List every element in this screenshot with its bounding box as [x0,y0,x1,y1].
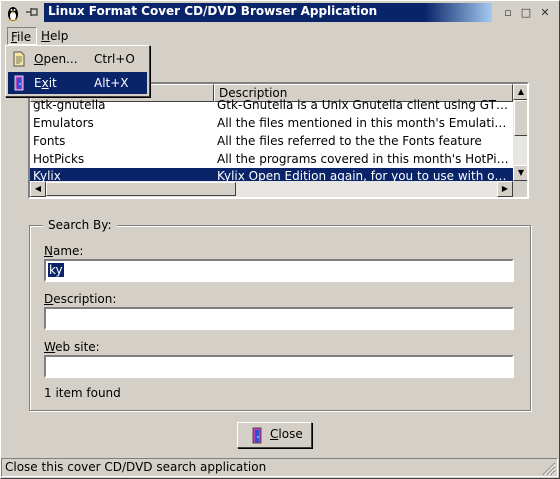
vertical-scrollbar[interactable]: ▲ ▼ [513,84,527,181]
window-title: Linux Format Cover CD/DVD Browser Applic… [48,4,378,18]
row-name: Emulators [33,116,94,130]
scroll-up-arrow-icon[interactable]: ▲ [513,84,527,100]
open-shortcut: Ctrl+O [94,52,135,66]
list-row[interactable]: gtk-gnutella Gtk-Gnutella is a Unix Gnut… [30,96,513,114]
list-row[interactable]: Fonts All the files referred to the the … [30,132,513,150]
exit-label-pre: E [34,76,42,90]
menu-file[interactable]: File [7,27,37,45]
scroll-right-arrow-icon[interactable]: ▶ [497,181,513,197]
menu-file-label: ile [17,30,32,44]
exit-shortcut: Alt+X [94,76,129,90]
name-label: Name: [44,244,83,258]
open-label: Open... [34,48,78,70]
file-menu-popup: Open... Ctrl+O Exit Alt+X [5,45,150,97]
name-label-rest: ame: [52,244,84,258]
open-document-icon [13,51,25,67]
vertical-scroll-thumb[interactable] [514,100,527,136]
close-button-label: lose [278,427,303,441]
scroll-left-arrow-icon[interactable]: ◀ [30,181,46,197]
exit-door-icon [252,427,262,444]
result-count: 1 item found [44,386,121,400]
close-window-button[interactable]: ✕ [537,5,553,21]
exit-label: Exit [34,72,57,94]
exit-key: x [41,76,49,90]
description-label-key: D [44,292,54,306]
list-row[interactable]: Emulators All the files mentioned in thi… [30,114,513,132]
menu-item-open[interactable]: Open... Ctrl+O [8,48,147,70]
tux-icon[interactable] [5,4,21,22]
name-label-key: N [44,244,53,258]
name-field[interactable]: ky [44,259,514,282]
website-input[interactable] [48,359,510,374]
description-input[interactable] [48,311,510,326]
website-field[interactable] [44,355,514,378]
row-name: HotPicks [33,152,85,166]
menu-help[interactable]: Help [38,27,71,45]
row-name: Fonts [33,134,66,148]
scroll-down-arrow-icon[interactable]: ▼ [513,165,527,181]
list-row[interactable]: HotPicks All the programs covered in thi… [30,150,513,168]
search-group-title: Search By: [43,218,117,232]
open-label-rest: pen... [43,52,78,66]
pin-icon[interactable] [25,6,39,18]
horizontal-scrollbar[interactable]: ◀ ▶ [30,181,513,197]
menu-item-exit[interactable]: Exit Alt+X [8,72,147,94]
close-button[interactable]: Close [237,422,312,448]
website-label-key: W [44,340,56,354]
exit-door-icon [14,75,24,91]
description-field[interactable] [44,307,514,330]
description-label-rest: escription: [53,292,117,306]
website-label-rest: eb site: [55,340,100,354]
menu-help-label: elp [50,29,69,43]
exit-label-rest: it [48,76,57,90]
minimize-button[interactable]: ▫ [500,5,516,21]
row-name: gtk-gnutella [33,98,106,112]
scroll-corner [513,181,527,197]
status-bar: Close this cover CD/DVD search applicati… [1,458,558,477]
description-label: Description: [44,292,116,306]
website-label: Web site: [44,340,100,354]
menu-help-key: H [41,29,51,43]
row-description: All the programs covered in this month's… [217,152,511,166]
row-description: Gtk-Gnutella is a Unix Gnutella client u… [217,98,511,112]
title-bar[interactable]: Linux Format Cover CD/DVD Browser Applic… [0,0,560,26]
maximize-button[interactable]: □ [518,5,534,21]
results-list[interactable]: Name Description gtk-gnutella Gtk-Gnutel… [28,82,529,199]
name-input-value[interactable]: ky [48,263,64,277]
horizontal-scroll-thumb[interactable] [46,182,236,196]
resize-grip-icon[interactable] [542,462,556,476]
row-description: All the files mentioned in this month's … [217,116,511,130]
row-description: All the files referred to the the Fonts … [217,134,482,148]
menu-bar [0,26,560,46]
